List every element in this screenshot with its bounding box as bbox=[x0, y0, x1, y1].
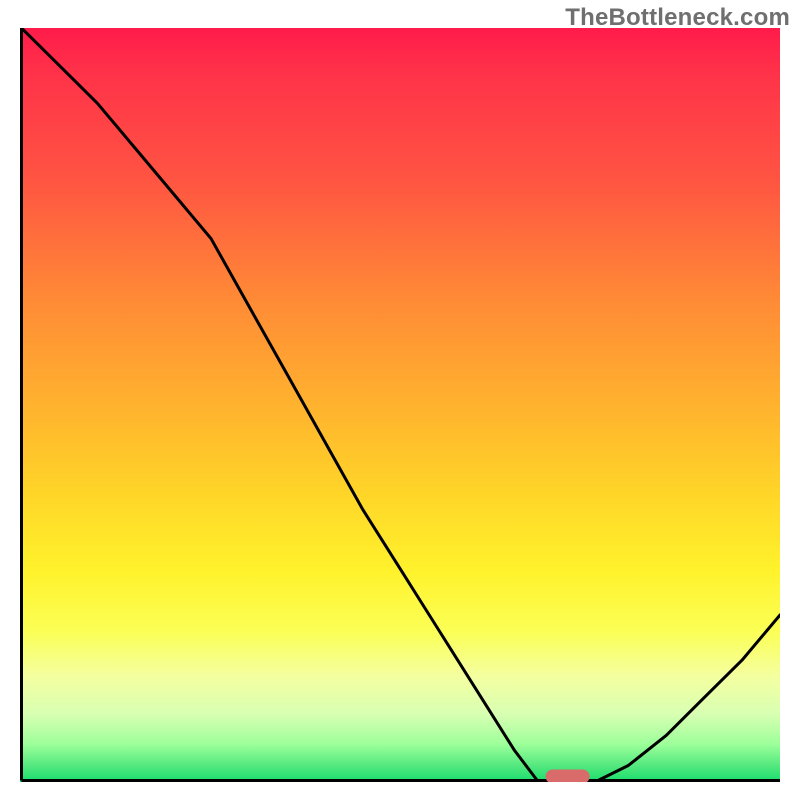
chart-gradient-background bbox=[20, 28, 780, 782]
chart-area bbox=[20, 28, 780, 782]
